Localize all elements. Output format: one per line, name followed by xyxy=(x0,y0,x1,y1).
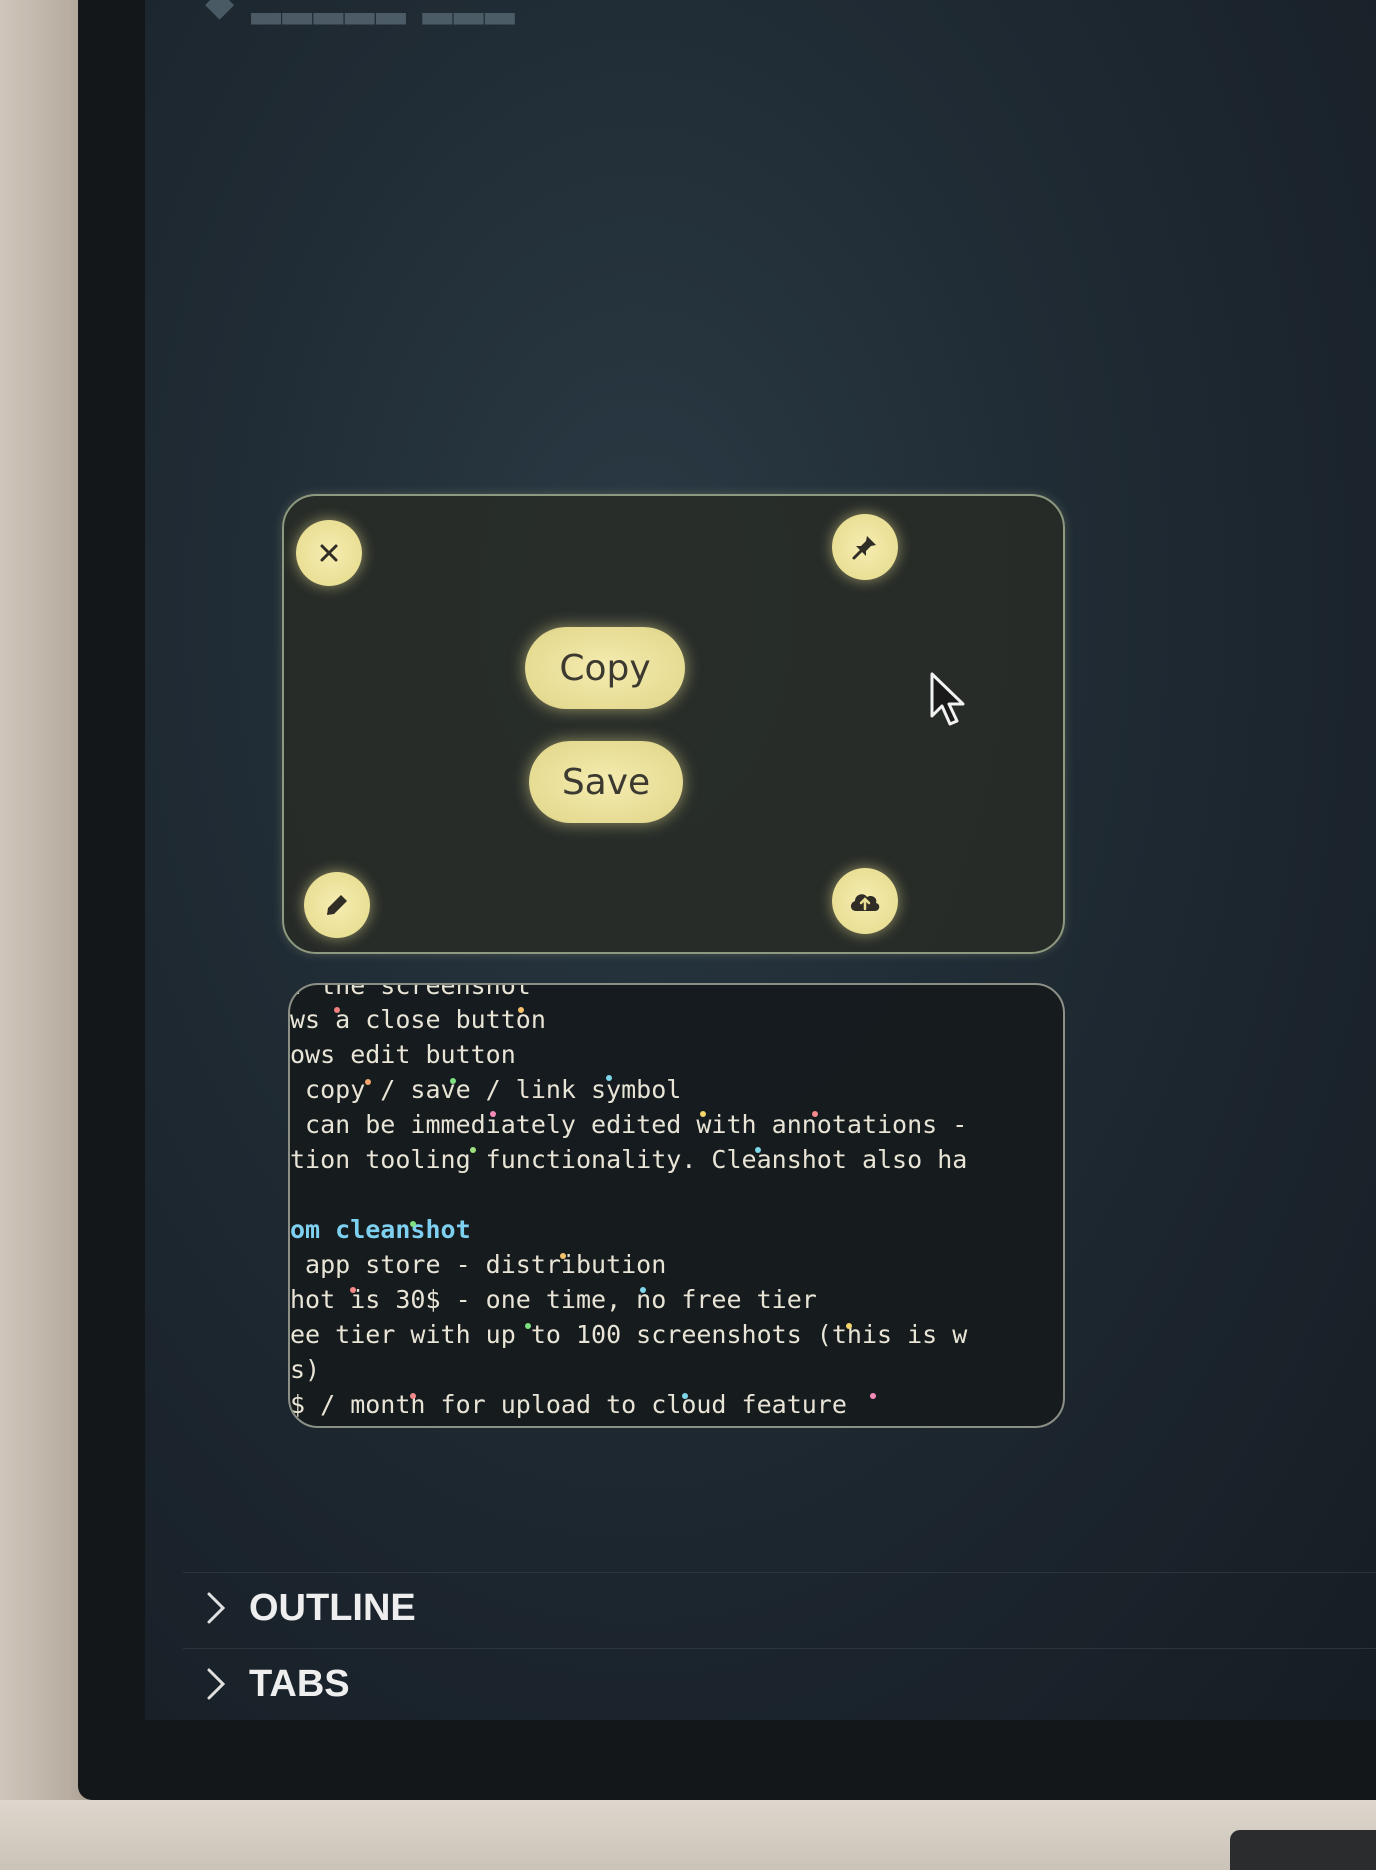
annotation-dot xyxy=(812,1111,818,1117)
annotation-dot xyxy=(606,1075,612,1081)
note-line: hot is 30$ - one time, no free tier xyxy=(290,1285,817,1314)
desk-surface xyxy=(0,1800,1376,1870)
annotation-dot xyxy=(450,1078,456,1084)
pin-icon xyxy=(852,536,876,560)
copy-label: Copy xyxy=(559,647,651,689)
sidebar-section-outline[interactable]: OUTLINE xyxy=(205,1578,805,1638)
close-button[interactable] xyxy=(296,520,362,586)
note-line: $ / month for upload to cloud feature xyxy=(290,1390,847,1419)
sidebar-section-tabs[interactable]: TABS xyxy=(205,1654,805,1714)
divider xyxy=(183,1572,1376,1573)
pin-button[interactable] xyxy=(832,514,898,580)
notes-preview-panel[interactable]: . the screenshot ws a close button ows e… xyxy=(288,983,1065,1428)
note-line: tion tooling functionality. Cleanshot al… xyxy=(290,1145,968,1174)
annotation-dot xyxy=(410,1221,416,1227)
note-line: ee tier with up to 100 screenshots (this… xyxy=(290,1320,968,1349)
note-line: can be immediately edited with annotatio… xyxy=(290,1110,968,1139)
annotation-dot xyxy=(682,1393,688,1399)
tabs-label: TABS xyxy=(249,1662,350,1705)
note-line: ows edit button xyxy=(290,1040,516,1069)
annotation-dot xyxy=(870,1393,876,1399)
save-button[interactable]: Save xyxy=(529,741,683,823)
note-line: . the screenshot xyxy=(290,983,531,1000)
edit-button[interactable] xyxy=(304,872,370,938)
close-icon xyxy=(320,544,338,562)
annotation-dot xyxy=(846,1323,852,1329)
annotation-dot xyxy=(365,1079,371,1085)
pencil-icon xyxy=(327,895,347,915)
save-label: Save xyxy=(561,761,651,803)
copy-button[interactable]: Copy xyxy=(525,627,685,709)
annotation-dot xyxy=(560,1253,566,1259)
note-line: app store - distribution xyxy=(290,1250,667,1279)
outline-label: OUTLINE xyxy=(249,1586,416,1629)
chevron-right-icon xyxy=(207,1592,226,1624)
mouse-cursor-icon xyxy=(930,672,965,726)
divider xyxy=(183,1648,1376,1649)
note-line: copy / save / link symbol xyxy=(290,1075,682,1104)
annotation-dot xyxy=(490,1111,496,1117)
annotation-dot xyxy=(470,1147,476,1153)
monitor-stand xyxy=(1230,1830,1376,1870)
screen: ◆ ▂▂▂▂▂ ▂▂▂ Copy Save . the screenshot w… xyxy=(145,0,1376,1720)
annotation-dot xyxy=(700,1111,706,1117)
cropped-top-text: ◆ ▂▂▂▂▂ ▂▂▂ xyxy=(205,0,517,24)
annotation-dot xyxy=(525,1323,531,1329)
annotation-dot xyxy=(518,1007,524,1013)
note-heading: om cleanshot xyxy=(290,1215,471,1244)
upload-button[interactable] xyxy=(832,868,898,934)
chevron-right-icon xyxy=(207,1668,226,1700)
annotation-dot xyxy=(640,1287,646,1293)
note-line: ws a close button xyxy=(290,1005,546,1034)
annotation-dot xyxy=(350,1287,356,1293)
annotation-dot xyxy=(755,1147,761,1153)
annotation-dot xyxy=(410,1393,416,1399)
note-line: s) xyxy=(290,1355,321,1384)
annotation-dot xyxy=(334,1007,340,1013)
cloud-upload-icon xyxy=(850,894,880,911)
